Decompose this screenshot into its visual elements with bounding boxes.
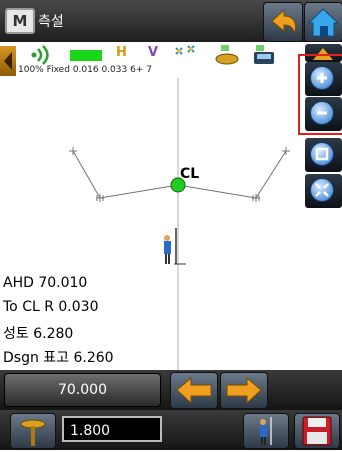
window-title: 측설 bbox=[38, 14, 64, 30]
offset-to-cl-text: To CL R 0.030 bbox=[3, 299, 99, 315]
status-bar: H V 100% Fixed 0.016 0.033 6+ 7 bbox=[0, 42, 342, 78]
zoom-extents-button[interactable] bbox=[305, 138, 342, 172]
rod-settings-button[interactable] bbox=[10, 413, 56, 449]
rod-height-bar: 1.800 bbox=[0, 410, 342, 450]
rod-height-input[interactable]: 1.800 bbox=[62, 416, 162, 442]
controller-icon bbox=[254, 45, 274, 64]
fill-text: 성토 6.280 bbox=[3, 326, 74, 342]
arrow-right-icon bbox=[226, 376, 262, 405]
status-readout: 100% Fixed 0.016 0.033 6+ 7 bbox=[18, 65, 152, 75]
surveyor-mode-button[interactable] bbox=[243, 413, 289, 449]
next-station-button[interactable] bbox=[220, 372, 268, 409]
h-precision-value: 0.016 bbox=[72, 65, 99, 75]
station-bar: 70.000 bbox=[0, 370, 342, 410]
previous-station-button[interactable] bbox=[170, 372, 218, 409]
elevation-text: AHD 70.010 bbox=[3, 275, 88, 291]
zoom-all-button[interactable] bbox=[305, 174, 342, 208]
home-button[interactable] bbox=[304, 2, 342, 42]
surveyor-icon bbox=[260, 417, 272, 445]
v-precision-value: 0.033 bbox=[101, 65, 128, 75]
back-button[interactable] bbox=[263, 2, 303, 42]
radio-signal-icon bbox=[31, 45, 49, 65]
title-bar: M 측설 bbox=[0, 0, 342, 42]
h-precision-icon: H bbox=[116, 45, 127, 60]
fix-status: Fixed bbox=[46, 65, 70, 75]
v-precision-icon: V bbox=[148, 45, 159, 60]
zoom-extents-icon bbox=[310, 142, 334, 166]
surveyor-icon bbox=[164, 228, 186, 265]
home-icon bbox=[307, 8, 340, 37]
design-elevation-text: Dsgn 표고 6.260 bbox=[3, 350, 114, 366]
save-button[interactable] bbox=[294, 413, 340, 449]
zoom-all-icon bbox=[310, 178, 334, 202]
highlight-box bbox=[298, 54, 342, 135]
battery-percent: 100% bbox=[18, 65, 44, 75]
floppy-disk-icon bbox=[302, 416, 332, 446]
status-prev-button[interactable] bbox=[0, 46, 16, 76]
app-logo[interactable]: M bbox=[5, 8, 35, 34]
centerline-label: CL bbox=[180, 166, 199, 182]
signal-strength-bar bbox=[70, 50, 102, 61]
arrow-left-icon bbox=[176, 376, 212, 405]
prism-rod-icon bbox=[20, 419, 46, 446]
satellite-icon bbox=[175, 45, 195, 55]
station-value-button[interactable]: 70.000 bbox=[4, 373, 161, 407]
undo-arrow-icon bbox=[271, 8, 297, 35]
satellite-count: 6+ 7 bbox=[130, 65, 152, 75]
triangle-left-icon bbox=[4, 52, 12, 70]
receiver-battery-icon bbox=[215, 45, 239, 65]
